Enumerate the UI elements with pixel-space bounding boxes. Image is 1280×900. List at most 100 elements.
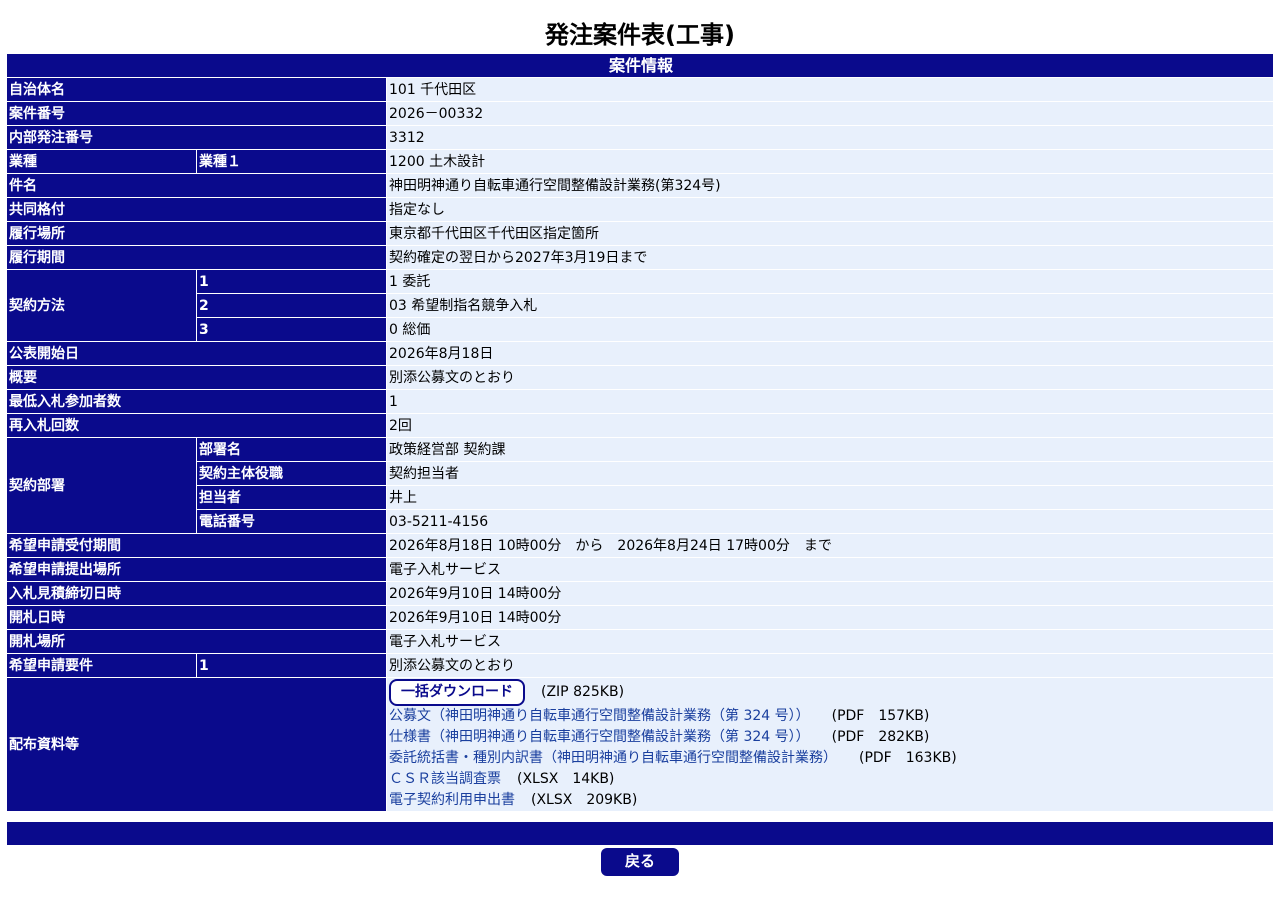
field-sublabel: 1	[197, 270, 387, 294]
row-internal-number: 内部発注番号 3312	[7, 126, 1274, 150]
field-label: 契約方法	[7, 270, 197, 342]
field-value: 1200 土木設計	[387, 150, 1274, 174]
file-link[interactable]: 仕様書（神田明神通り自転車通行空間整備設計業務（第 324 号））	[389, 729, 810, 745]
field-sublabel: 担当者	[197, 486, 387, 510]
page-title: 発注案件表(工事)	[545, 21, 735, 49]
row-contract-method-1: 契約方法 1 1 委託	[7, 270, 1274, 342]
file-link[interactable]: 公募文（神田明神通り自転車通行空間整備設計業務（第 324 号））	[389, 708, 810, 724]
file-item: ＣＳＲ該当調査票 (XLSX 14KB)	[389, 769, 1273, 790]
field-value: 2026年9月10日 14時00分	[387, 606, 1274, 630]
field-sublabel: 2	[197, 294, 387, 318]
field-label: 入札見積締切日時	[7, 582, 387, 606]
field-sublabel: 契約主体役職	[197, 462, 387, 486]
field-label: 履行場所	[7, 222, 387, 246]
field-value: 1	[387, 390, 1274, 414]
field-label: 自治体名	[7, 78, 387, 102]
field-sublabel: 1	[197, 654, 387, 678]
field-value: 2026年8月18日	[387, 342, 1274, 366]
row-opening-datetime: 開札日時 2026年9月10日 14時00分	[7, 606, 1274, 630]
row-contract-method-3: 3 0 総価	[7, 318, 1274, 342]
file-link[interactable]: 委託統括書・種別内訳書（神田明神通り自転車通行空間整備設計業務）	[389, 750, 837, 766]
row-joint-rating: 共同格付 指定なし	[7, 198, 1274, 222]
row-municipality: 自治体名 101 千代田区	[7, 78, 1274, 102]
field-label: 件名	[7, 174, 387, 198]
field-sublabel: 部署名	[197, 438, 387, 462]
row-dept-3: 担当者 井上	[7, 486, 1274, 510]
back-button[interactable]: 戻る	[601, 848, 679, 876]
field-label: 開札場所	[7, 630, 387, 654]
field-sublabel: 電話番号	[197, 510, 387, 534]
section-header-row: 案件情報	[7, 54, 1274, 78]
field-label: 配布資料等	[7, 678, 387, 812]
field-sublabel: 3	[197, 318, 387, 342]
file-item: 電子契約利用申出書 (XLSX 209KB)	[389, 790, 1273, 811]
file-item: 公募文（神田明神通り自転車通行空間整備設計業務（第 324 号）） (PDF 15…	[389, 706, 1273, 727]
field-value: 井上	[387, 486, 1274, 510]
field-value: 3312	[387, 126, 1274, 150]
download-all-row: 一括ダウンロード (ZIP 825KB)	[389, 678, 1273, 706]
field-value: 電子入札サービス	[387, 558, 1274, 582]
field-label: 履行期間	[7, 246, 387, 270]
footer-bar	[7, 822, 1273, 845]
field-value: 契約担当者	[387, 462, 1274, 486]
file-meta: (XLSX 14KB)	[517, 770, 615, 787]
field-label: 概要	[7, 366, 387, 390]
field-label: 内部発注番号	[7, 126, 387, 150]
row-location: 履行場所 東京都千代田区千代田区指定箇所	[7, 222, 1274, 246]
file-meta: (PDF 282KB)	[831, 728, 930, 745]
field-value: 別添公募文のとおり	[387, 654, 1274, 678]
row-min-bidders: 最低入札参加者数 1	[7, 390, 1274, 414]
file-meta: (PDF 157KB)	[831, 707, 930, 724]
row-rebid-count: 再入札回数 2回	[7, 414, 1274, 438]
row-period: 履行期間 契約確定の翌日から2027年3月19日まで	[7, 246, 1274, 270]
field-value: 2回	[387, 414, 1274, 438]
row-dept-4: 電話番号 03-5211-4156	[7, 510, 1274, 534]
field-label: 希望申請提出場所	[7, 558, 387, 582]
case-info-table-wrapper: 案件情報 自治体名 101 千代田区 案件番号 2026－00332 内部発注番…	[7, 54, 1274, 812]
file-item: 委託統括書・種別内訳書（神田明神通り自転車通行空間整備設計業務） (PDF 163…	[389, 748, 1273, 769]
case-info-table: 案件情報 自治体名 101 千代田区 案件番号 2026－00332 内部発注番…	[7, 54, 1274, 812]
download-all-button[interactable]: 一括ダウンロード	[389, 678, 525, 706]
file-meta: (PDF 163KB)	[859, 749, 957, 766]
download-all-size: (ZIP 825KB)	[541, 683, 625, 700]
field-value: 電子入札サービス	[387, 630, 1274, 654]
field-value: 2026年8月18日 10時00分 から 2026年8月24日 17時00分 ま…	[387, 534, 1274, 558]
field-value: 03-5211-4156	[387, 510, 1274, 534]
field-label: 希望申請要件	[7, 654, 197, 678]
field-value: 101 千代田区	[387, 78, 1274, 102]
row-overview: 概要 別添公募文のとおり	[7, 366, 1274, 390]
field-value: 神田明神通り自転車通行空間整備設計業務(第324号)	[387, 174, 1274, 198]
row-contract-method-2: 2 03 希望制指名競争入札	[7, 294, 1274, 318]
field-value: 1 委託	[387, 270, 1274, 294]
field-value: 03 希望制指名競争入札	[387, 294, 1274, 318]
section-header: 案件情報	[7, 54, 1274, 78]
field-value: 2026－00332	[387, 102, 1274, 126]
field-sublabel: 業種１	[197, 150, 387, 174]
file-meta: (XLSX 209KB)	[531, 791, 638, 808]
field-value: 指定なし	[387, 198, 1274, 222]
row-materials: 配布資料等 一括ダウンロード (ZIP 825KB) 公募文（神田明神通り自転車通…	[7, 678, 1274, 812]
field-value: 別添公募文のとおり	[387, 366, 1274, 390]
field-label: 希望申請受付期間	[7, 534, 387, 558]
field-label: 最低入札参加者数	[7, 390, 387, 414]
row-subject: 件名 神田明神通り自転車通行空間整備設計業務(第324号)	[7, 174, 1274, 198]
field-value: 政策経営部 契約課	[387, 438, 1274, 462]
field-value: 東京都千代田区千代田区指定箇所	[387, 222, 1274, 246]
field-label: 共同格付	[7, 198, 387, 222]
field-value: 0 総価	[387, 318, 1274, 342]
row-industry: 業種 業種１ 1200 土木設計	[7, 150, 1274, 174]
field-label: 開札日時	[7, 606, 387, 630]
field-value: 契約確定の翌日から2027年3月19日まで	[387, 246, 1274, 270]
row-application-period: 希望申請受付期間 2026年8月18日 10時00分 から 2026年8月24日…	[7, 534, 1274, 558]
field-value: 2026年9月10日 14時00分	[387, 582, 1274, 606]
materials-list: 一括ダウンロード (ZIP 825KB) 公募文（神田明神通り自転車通行空間整備設…	[387, 678, 1274, 812]
row-dept-2: 契約主体役職 契約担当者	[7, 462, 1274, 486]
field-label: 公表開始日	[7, 342, 387, 366]
row-dept-1: 契約部署 部署名 政策経営部 契約課	[7, 438, 1274, 534]
row-case-number: 案件番号 2026－00332	[7, 102, 1274, 126]
file-link[interactable]: ＣＳＲ該当調査票	[389, 771, 501, 787]
row-application-place: 希望申請提出場所 電子入札サービス	[7, 558, 1274, 582]
file-item: 仕様書（神田明神通り自転車通行空間整備設計業務（第 324 号）） (PDF 28…	[389, 727, 1273, 748]
file-link[interactable]: 電子契約利用申出書	[389, 792, 515, 808]
field-label: 案件番号	[7, 102, 387, 126]
